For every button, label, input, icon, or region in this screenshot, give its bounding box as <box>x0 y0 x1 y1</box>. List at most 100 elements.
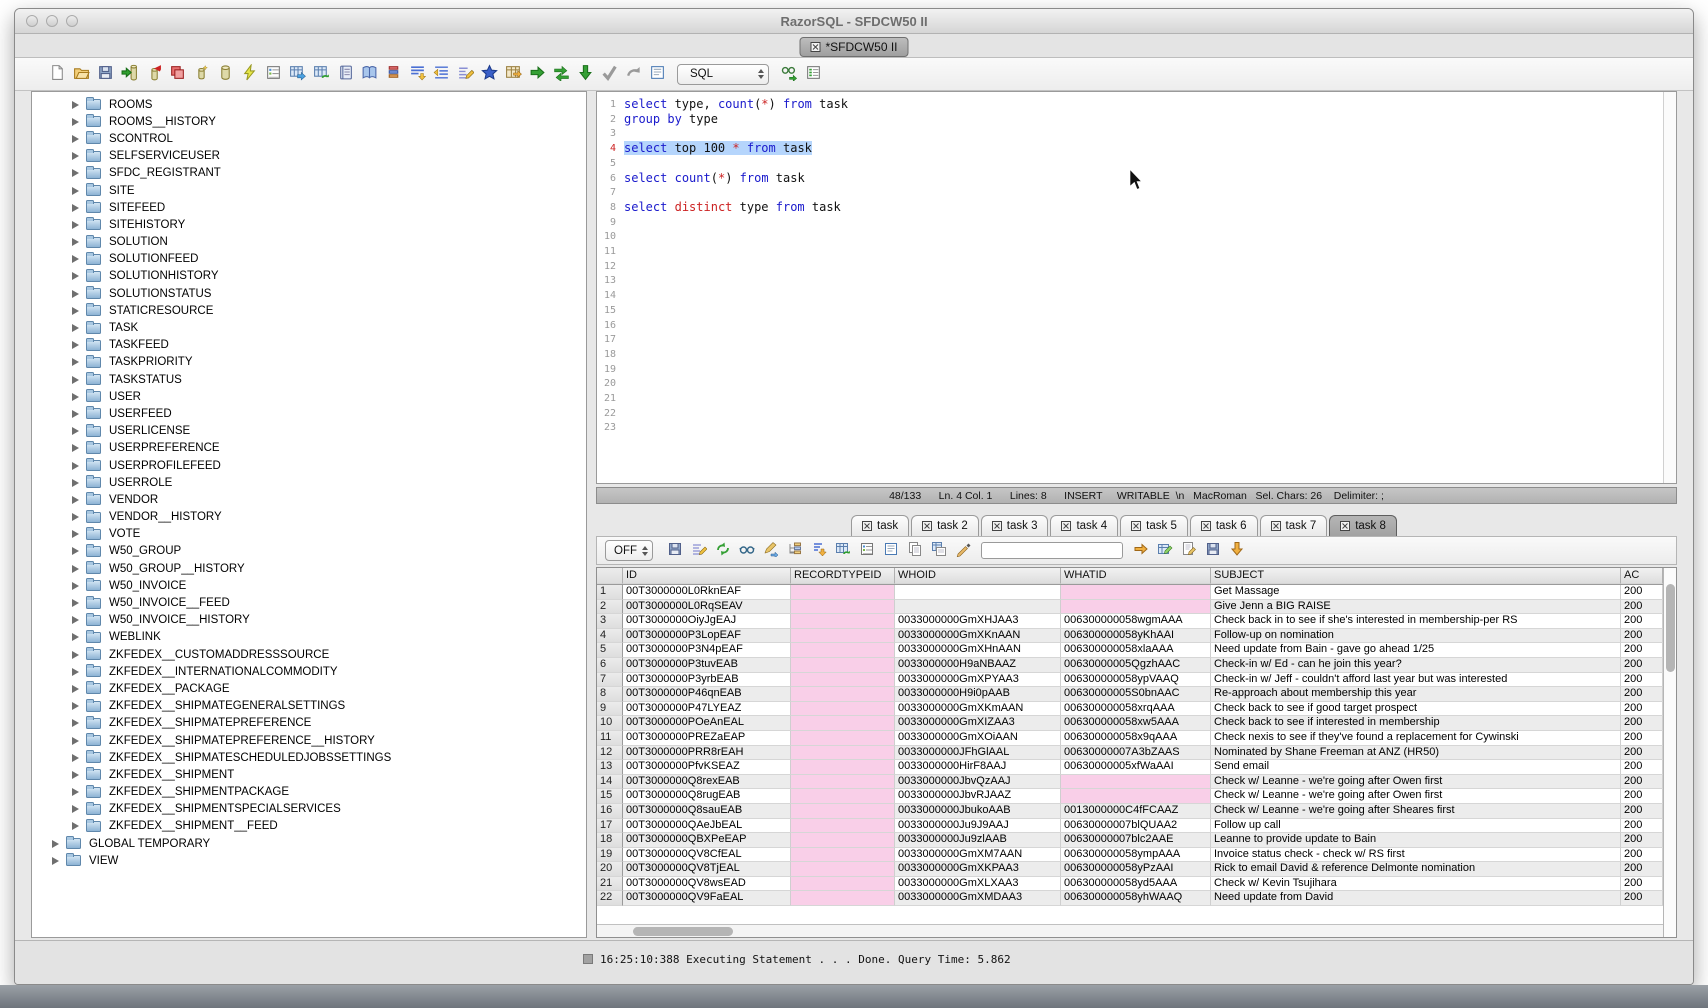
table-edit-icon[interactable] <box>1155 539 1175 559</box>
expand-triangle-icon[interactable] <box>72 118 79 126</box>
doc-edit-icon[interactable] <box>1179 539 1199 559</box>
table-cell[interactable]: 00T3000000PRR8rEAH <box>623 746 791 761</box>
table-cell[interactable]: 00T3000000P3yrbEAB <box>623 673 791 688</box>
db-column-icon[interactable] <box>215 62 235 82</box>
sidebar-item[interactable]: SITEHISTORY <box>32 216 586 233</box>
sql-mode-dropdown[interactable]: SQL <box>677 64 769 85</box>
form-icon[interactable] <box>857 539 877 559</box>
sql-line[interactable]: select count(*) from task <box>624 171 1663 186</box>
table-cell[interactable]: Check back to see if good target prospec… <box>1211 702 1621 717</box>
expand-triangle-icon[interactable] <box>72 341 79 349</box>
row-number[interactable]: 21 <box>597 877 623 892</box>
sidebar-item[interactable]: WEBLINK <box>32 629 586 646</box>
sidebar-item[interactable]: SFDC_REGISTRANT <box>32 165 586 182</box>
close-tab-icon[interactable] <box>1061 521 1071 531</box>
table-cell[interactable]: 200 <box>1621 585 1663 600</box>
table-cell[interactable]: 200 <box>1621 877 1663 892</box>
table-cell[interactable]: Check back in to see if she's interested… <box>1211 614 1621 629</box>
expand-triangle-icon[interactable] <box>52 857 59 865</box>
table-cell[interactable]: Check w/ Leanne - we're going after Shea… <box>1211 804 1621 819</box>
column-header[interactable]: ID <box>623 568 791 584</box>
sql-line[interactable]: select top 100 * from task <box>624 141 1663 156</box>
table-cell[interactable]: 00T3000000P3N4pEAF <box>623 643 791 658</box>
table-cell[interactable]: 0033000000JbukoAAB <box>895 804 1061 819</box>
table-export-icon[interactable] <box>287 62 307 82</box>
table-cell[interactable]: 200 <box>1621 862 1663 877</box>
table-cell[interactable]: 200 <box>1621 687 1663 702</box>
sidebar-item[interactable]: ZKFEDEX__SHIPMATESCHEDULEDJOBSSETTINGS <box>32 749 586 766</box>
sidebar-item[interactable]: GLOBAL TEMPORARY <box>32 835 586 852</box>
format-pencil-icon[interactable] <box>689 539 709 559</box>
close-tab-icon[interactable] <box>1271 521 1281 531</box>
table-cell[interactable]: 0033000000JbvQzAAJ <box>895 775 1061 790</box>
sidebar-item[interactable]: VENDOR__HISTORY <box>32 509 586 526</box>
sql-line[interactable] <box>624 185 1663 200</box>
expand-triangle-icon[interactable] <box>72 513 79 521</box>
close-tab-icon[interactable] <box>1340 521 1350 531</box>
expand-triangle-icon[interactable] <box>72 616 79 624</box>
expand-triangle-icon[interactable] <box>72 290 79 298</box>
expand-triangle-icon[interactable] <box>72 582 79 590</box>
sort-down-icon[interactable] <box>809 539 829 559</box>
expand-triangle-icon[interactable] <box>72 737 79 745</box>
sidebar-item[interactable]: USERLICENSE <box>32 423 586 440</box>
sidebar-item[interactable]: ZKFEDEX__CUSTOMADDRESSSOURCE <box>32 646 586 663</box>
row-number[interactable]: 17 <box>597 819 623 834</box>
lightning-icon[interactable] <box>239 62 259 82</box>
row-number[interactable]: 2 <box>597 600 623 615</box>
table-cell[interactable] <box>791 789 895 804</box>
expand-triangle-icon[interactable] <box>72 788 79 796</box>
table-cell[interactable]: Get Massage <box>1211 585 1621 600</box>
table-cell[interactable] <box>1061 585 1211 600</box>
title-bar[interactable]: RazorSQL - SFDCW50 II <box>15 9 1693 34</box>
table-cell[interactable]: 200 <box>1621 673 1663 688</box>
table-cell[interactable]: 200 <box>1621 600 1663 615</box>
expand-triangle-icon[interactable] <box>72 496 79 504</box>
table-cell[interactable]: 0033000000GmXPYAA3 <box>895 673 1061 688</box>
sql-line[interactable]: select type, count(*) from task <box>624 97 1663 112</box>
table-cell[interactable]: 00T3000000L0RqSEAV <box>623 600 791 615</box>
column-header[interactable]: WHOID <box>895 568 1061 584</box>
table-cell[interactable]: 0033000000JFhGlAAL <box>895 746 1061 761</box>
format-pencil-icon[interactable] <box>455 62 475 82</box>
expand-triangle-icon[interactable] <box>72 754 79 762</box>
column-header[interactable]: WHATID <box>1061 568 1211 584</box>
result-tab[interactable]: task 7 <box>1260 515 1328 536</box>
expand-triangle-icon[interactable] <box>72 668 79 676</box>
table-cell[interactable] <box>791 819 895 834</box>
table-cell[interactable]: Send email <box>1211 760 1621 775</box>
sidebar-item[interactable]: SOLUTIONFEED <box>32 251 586 268</box>
row-number[interactable]: 20 <box>597 862 623 877</box>
page-icon[interactable] <box>881 539 901 559</box>
table-cell[interactable]: 006300000058yPzAAI <box>1061 862 1211 877</box>
glasses-icon[interactable] <box>737 539 757 559</box>
table-cell[interactable]: 006300000058xw5AAA <box>1061 716 1211 731</box>
table-import-icon[interactable] <box>311 62 331 82</box>
table-cell[interactable]: 006300000058x9qAAA <box>1061 731 1211 746</box>
close-tab-icon[interactable] <box>1131 521 1141 531</box>
table-cell[interactable]: 200 <box>1621 643 1663 658</box>
refresh-green-icon[interactable] <box>713 539 733 559</box>
expand-triangle-icon[interactable] <box>72 393 79 401</box>
sql-code-area[interactable]: select type, count(*) from taskgroup by … <box>619 92 1663 483</box>
expand-triangle-icon[interactable] <box>72 719 79 727</box>
expand-triangle-icon[interactable] <box>72 169 79 177</box>
table-cell[interactable]: 0013000000C4fFCAAZ <box>1061 804 1211 819</box>
download-orange-icon[interactable] <box>1227 539 1247 559</box>
table-cell[interactable]: Nominated by Shane Freeman at ANZ (HR50) <box>1211 746 1621 761</box>
table-cell[interactable]: Follow up call <box>1211 819 1621 834</box>
table-cell[interactable] <box>791 643 895 658</box>
expand-triangle-icon[interactable] <box>72 685 79 693</box>
table-cell[interactable]: Rick to email David & reference Delmonte… <box>1211 862 1621 877</box>
row-number[interactable]: 6 <box>597 658 623 673</box>
expand-triangle-icon[interactable] <box>52 840 59 848</box>
expand-triangle-icon[interactable] <box>72 565 79 573</box>
table-cell[interactable] <box>791 891 895 906</box>
table-cell[interactable]: Check-in w/ Ed - can he join this year? <box>1211 658 1621 673</box>
expand-triangle-icon[interactable] <box>72 307 79 315</box>
table-cell[interactable]: Check back to see if interested in membe… <box>1211 716 1621 731</box>
expand-triangle-icon[interactable] <box>72 427 79 435</box>
execute-all-icon[interactable] <box>551 62 571 82</box>
result-tab[interactable]: task 8 <box>1329 515 1397 536</box>
sidebar-item[interactable]: ROOMS <box>32 96 586 113</box>
